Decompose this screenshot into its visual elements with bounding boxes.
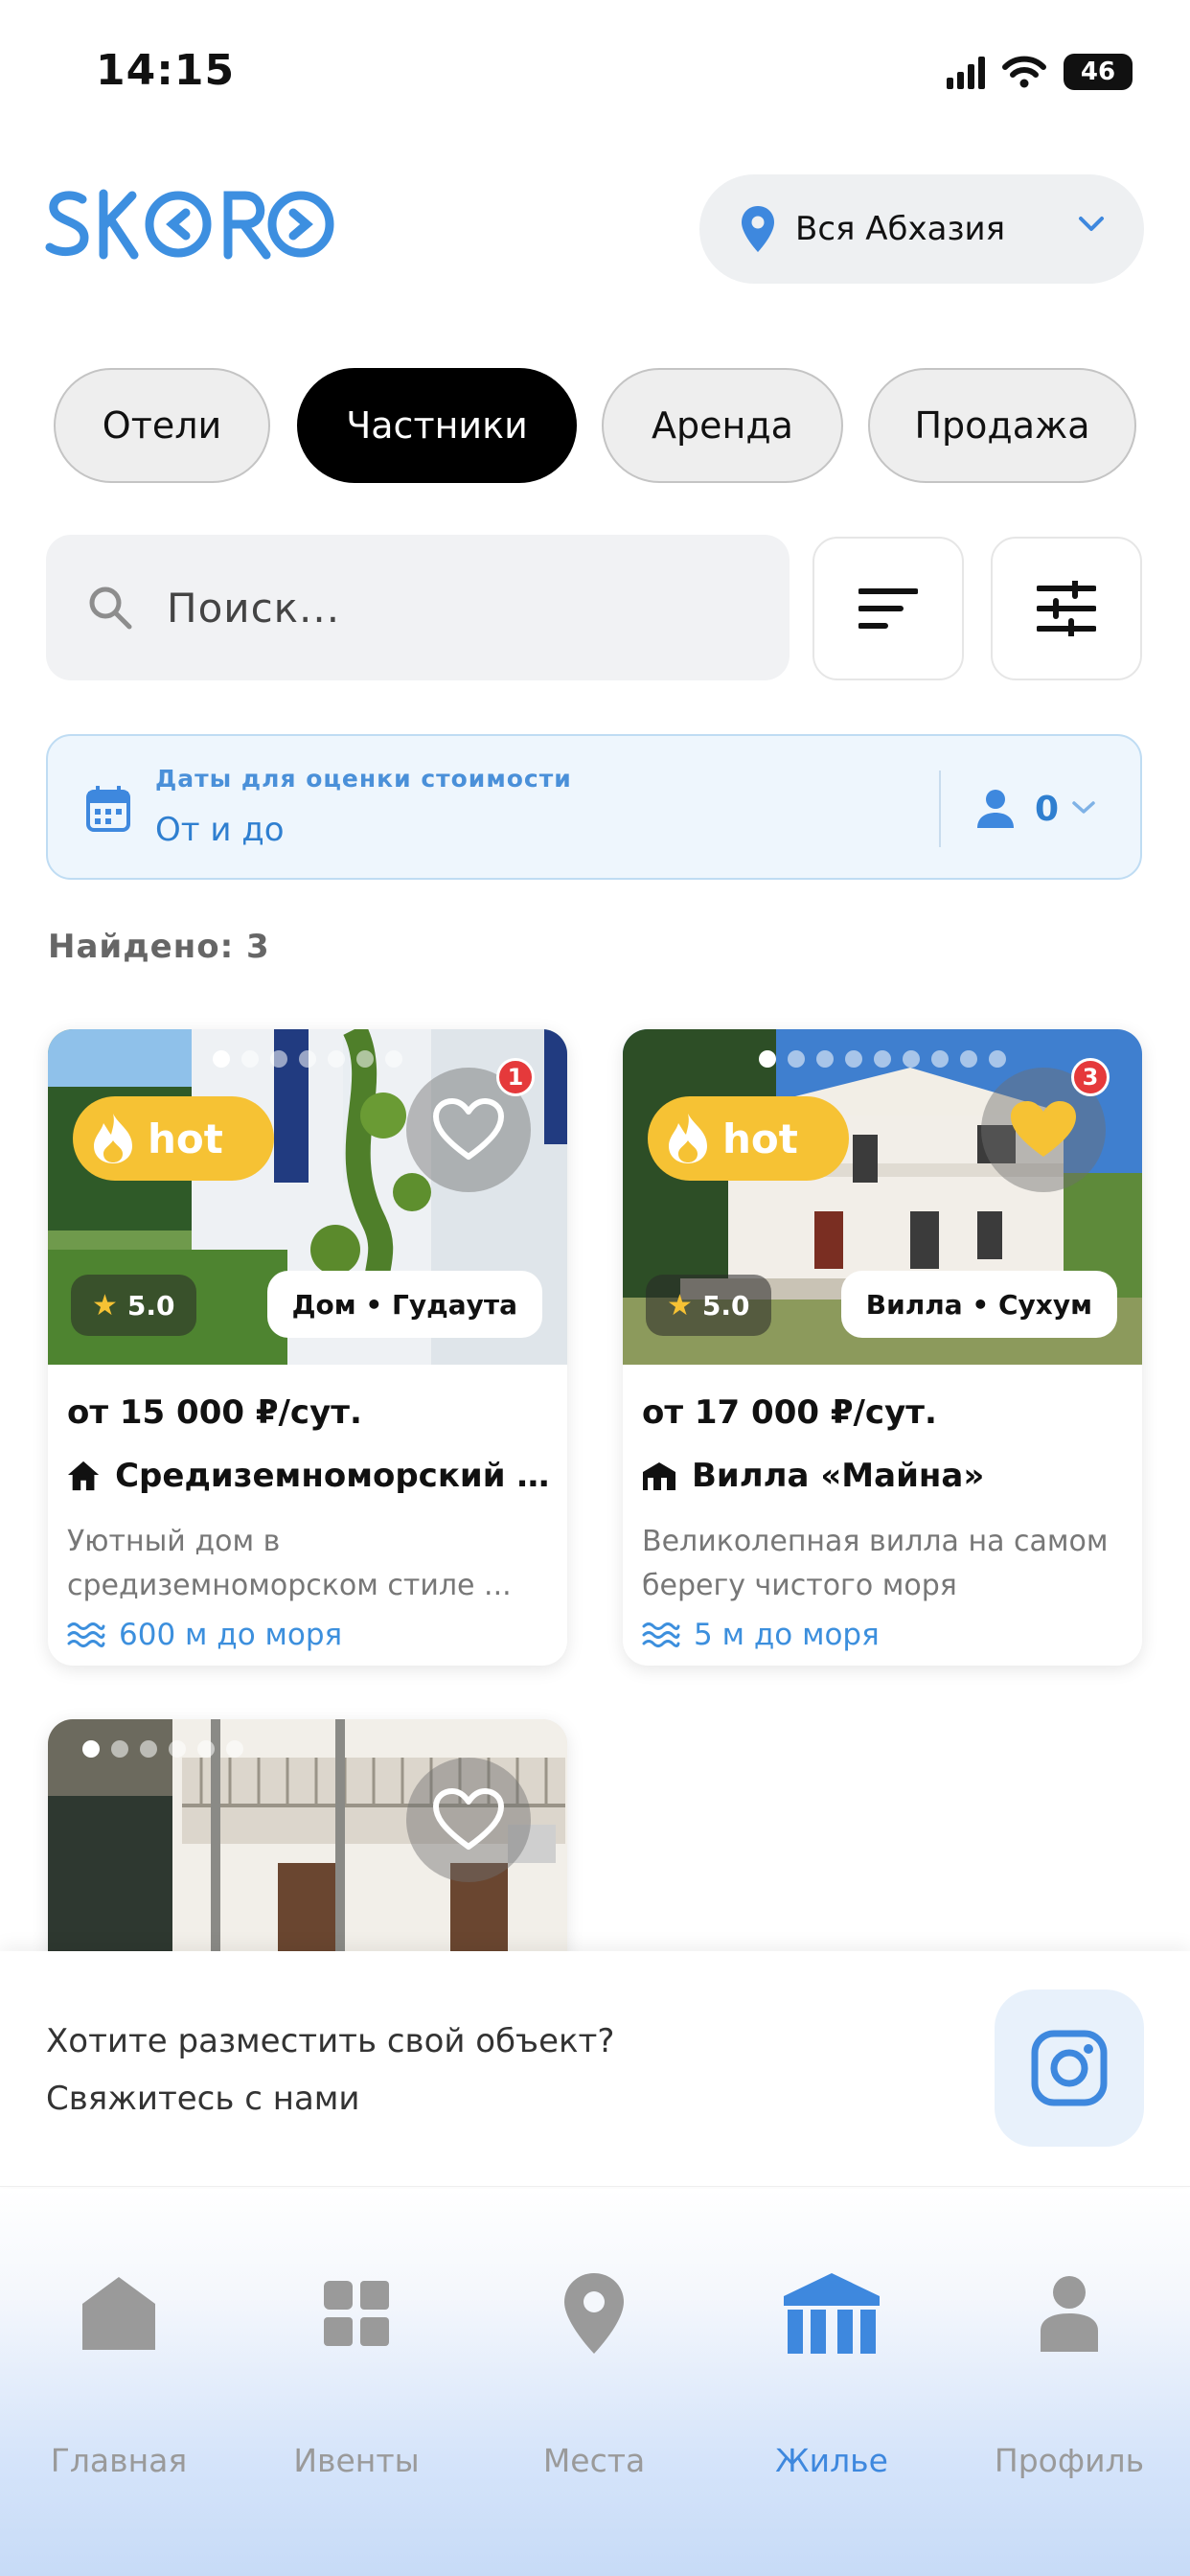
search-placeholder: Поиск... [167,584,341,632]
listing-card[interactable] [48,1719,567,1968]
villa-icon [643,1462,675,1490]
dates-picker[interactable]: Даты для оценки стоимости От и до 0 [46,734,1142,880]
hot-badge: hot [73,1096,274,1181]
listing-card[interactable]: hot 1 ★ 5.0 Дом • Гудаута от 15 000 ₽/су… [48,1029,567,1666]
tab-label: Профиль [994,2442,1145,2479]
listing-name: Средиземноморский д... [67,1457,556,1495]
region-selector[interactable]: Вся Абхазия [699,174,1144,284]
sea-distance: 5 м до моря [642,1618,880,1652]
sea-distance: 600 м до моря [67,1618,342,1652]
listing-name: Вилла «Майна» [642,1457,1131,1495]
hot-label: hot [148,1115,223,1162]
heart-outline-icon [433,1788,504,1850]
listing-name-text: Средиземноморский д... [115,1457,556,1495]
contact-banner: Хотите разместить свой объект? Свяжитесь… [0,1951,1190,2187]
guests-user-icon [977,790,1014,828]
favorite-count-badge: 3 [1071,1058,1110,1096]
map-pin-icon [564,2273,624,2354]
house-icon [67,1460,100,1491]
listing-price: от 15 000 ₽/сут. [67,1393,362,1432]
listing-price: от 17 000 ₽/сут. [642,1393,937,1432]
photo-pagination [48,1740,567,1758]
rating-badge: ★ 5.0 [646,1275,771,1336]
waves-icon [67,1622,105,1647]
results-count: Найдено: 3 [48,928,270,966]
chip-sale[interactable]: Продажа [868,368,1136,483]
instagram-button[interactable] [995,1990,1144,2147]
star-icon: ★ [92,1288,118,1322]
tab-label: Жилье [775,2442,888,2479]
filter-button[interactable] [991,537,1142,680]
flame-icon [669,1114,707,1163]
grid-icon [324,2281,389,2346]
location-pin-icon [742,206,774,252]
region-label: Вся Абхазия [795,210,1006,248]
tab-housing[interactable]: Жилье [713,2266,950,2479]
star-icon: ★ [667,1288,693,1322]
rating-value: 5.0 [126,1289,175,1322]
photo-pagination [48,1050,567,1068]
favorite-count-badge: 1 [496,1058,535,1096]
listing-description: Уютный дом в средиземноморском стиле ... [67,1525,512,1602]
tab-label: Главная [50,2442,188,2479]
skoro-logo [44,188,335,264]
divider [939,770,941,847]
listing-card[interactable]: hot 3 ★ 5.0 Вилла • Сухум от 17 000 ₽/су… [623,1029,1142,1666]
cellular-signal-icon [947,55,985,89]
guests-count: 0 [1035,790,1060,829]
search-input[interactable]: Поиск... [46,535,790,680]
tab-profile[interactable]: Профиль [950,2266,1188,2479]
rating-value: 5.0 [701,1289,750,1322]
listing-name-text: Вилла «Майна» [692,1457,985,1495]
chip-rent[interactable]: Аренда [602,368,843,483]
hot-label: hot [722,1115,798,1162]
sea-distance-text: 600 м до моря [119,1618,343,1652]
sort-icon [858,588,918,629]
search-icon [89,586,132,630]
user-icon [1041,2276,1098,2352]
listing-photo[interactable] [48,1719,567,1968]
dates-label: Даты для оценки стоимости [155,765,572,793]
calendar-icon [86,786,130,832]
tab-label: Места [542,2442,646,2479]
heart-outline-icon [433,1098,504,1160]
chevron-down-icon [1072,801,1095,814]
chevron-down-icon [1079,217,1104,231]
status-icons: 46 [947,54,1133,90]
listing-description: Великолепная вилла на самом берегу чисто… [642,1525,1109,1602]
flame-icon [94,1114,132,1163]
tab-label: Ивенты [293,2442,420,2479]
tab-home[interactable]: Главная [0,2266,238,2479]
filter-sliders-icon [1037,581,1096,636]
status-time: 14:15 [96,46,236,95]
favorite-button[interactable] [406,1758,531,1882]
listing-photo[interactable]: hot 3 ★ 5.0 Вилла • Сухум [623,1029,1142,1365]
contact-link[interactable]: Свяжитесь с нами [46,2080,360,2118]
waves-icon [642,1622,680,1647]
listing-photo[interactable]: hot 1 ★ 5.0 Дом • Гудаута [48,1029,567,1365]
wifi-icon [1002,56,1046,88]
sort-button[interactable] [812,537,964,680]
home-icon [82,2277,155,2350]
photo-pagination [623,1050,1142,1068]
bottom-tab-bar: Главная Ивенты Места Жилье Профиль [0,2189,1190,2576]
heart-filled-icon [1011,1101,1076,1157]
tab-places[interactable]: Места [475,2266,713,2479]
battery-indicator: 46 [1064,54,1133,90]
type-location-badge: Вилла • Сухум [840,1271,1117,1338]
rating-badge: ★ 5.0 [71,1275,196,1336]
contact-question: Хотите разместить свой объект? [46,2022,615,2060]
chip-private[interactable]: Частники [297,368,577,483]
tab-events[interactable]: Ивенты [238,2266,475,2479]
hot-badge: hot [648,1096,849,1181]
chip-hotels[interactable]: Отели [54,368,270,483]
dates-value: От и до [155,811,285,849]
sea-distance-text: 5 м до моря [694,1618,880,1652]
type-location-badge: Дом • Гудаута [266,1271,542,1338]
instagram-icon [1031,2030,1108,2106]
building-icon [784,2273,880,2354]
skoro-logo-mark [45,189,334,260]
